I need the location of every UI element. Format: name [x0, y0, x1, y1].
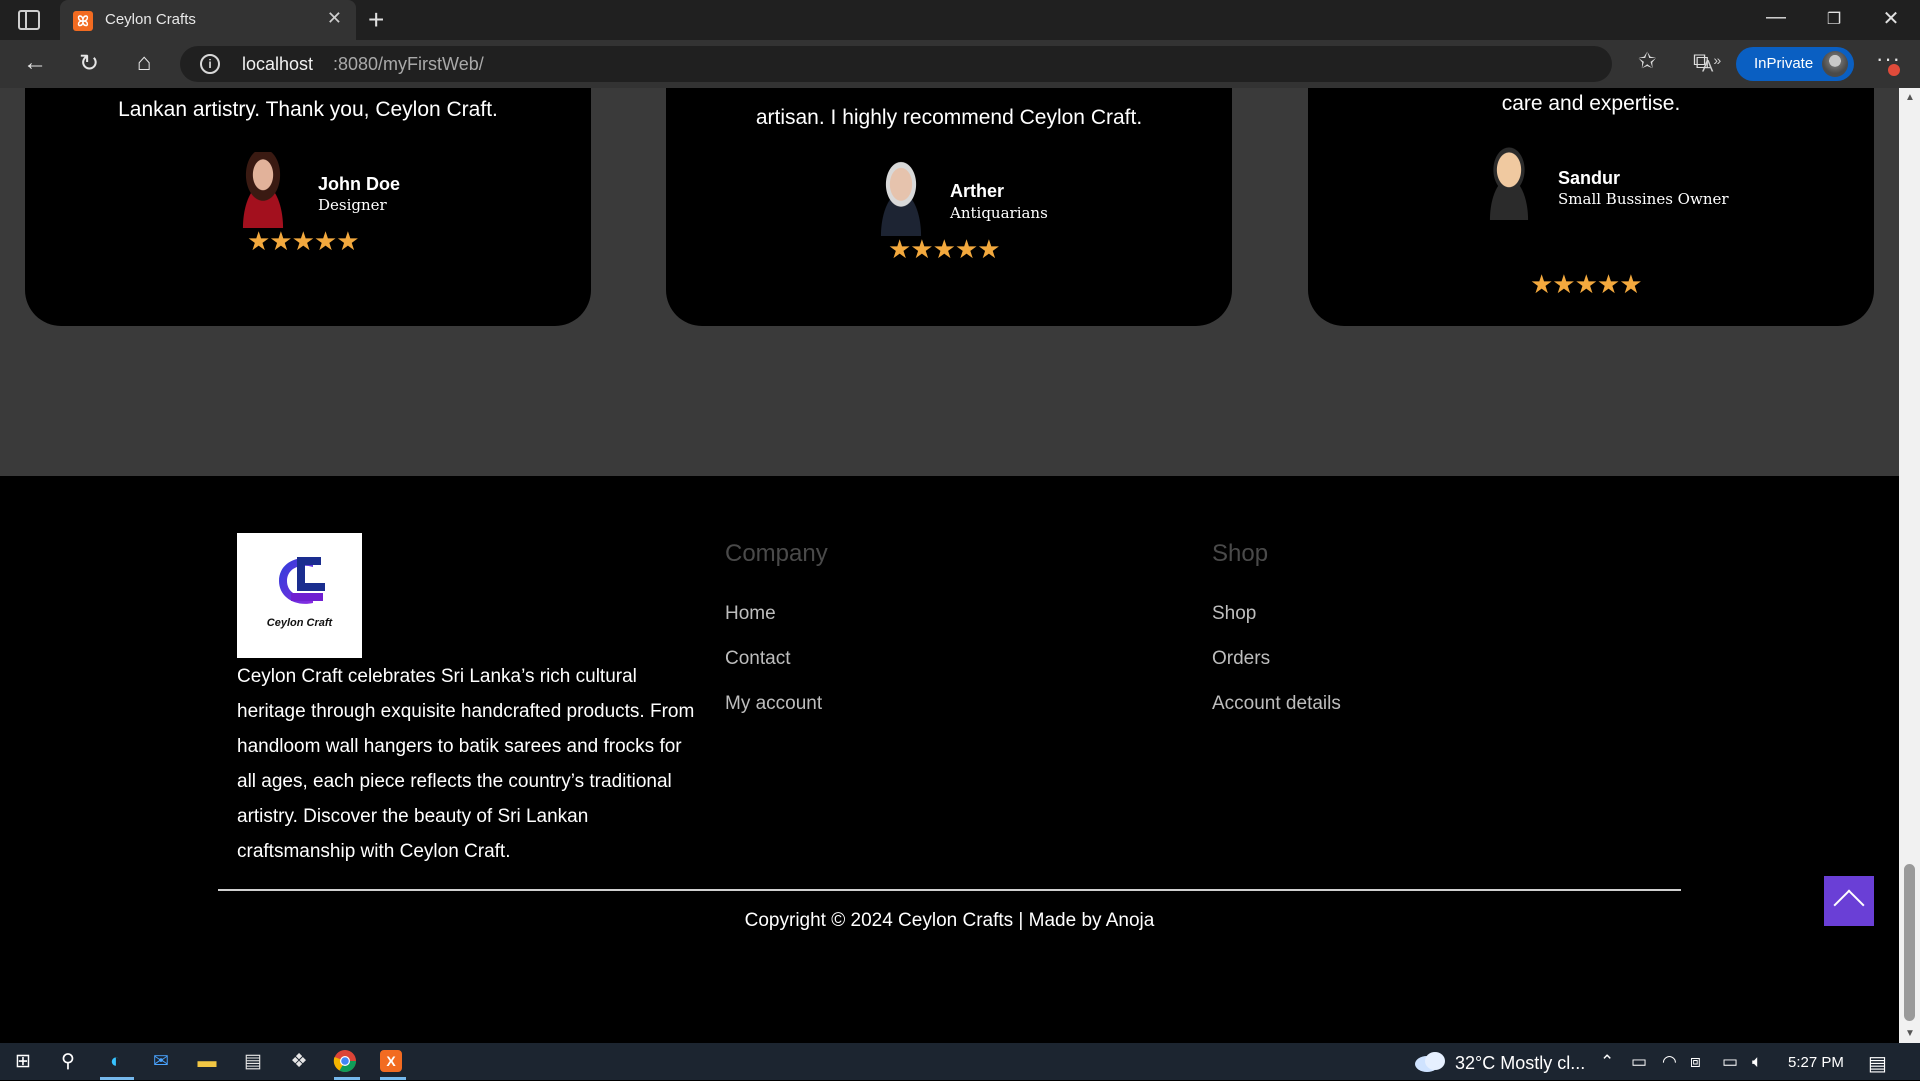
back-arrow-icon[interactable]: ← — [19, 49, 51, 77]
person-role: Antiquarians — [950, 204, 1048, 222]
shop-heading: Shop — [1212, 540, 1269, 567]
person-role: Small Bussines Owner — [1558, 190, 1729, 208]
tab-title: Ceylon Crafts — [105, 11, 196, 28]
avatar — [866, 160, 936, 236]
browser-tab[interactable]: ꕤ Ceylon Crafts ✕ — [60, 0, 356, 40]
xampp-favicon-icon: ꕤ — [73, 11, 93, 31]
chevron-up-icon[interactable]: ⌃ — [1600, 1052, 1614, 1072]
edge-icon[interactable]: ◐ — [103, 1049, 129, 1075]
svg-text:X: X — [386, 1053, 396, 1069]
store-icon[interactable]: ▤ — [240, 1049, 266, 1075]
browser-titlebar: ꕤ Ceylon Crafts ✕ + — ❐ ✕ — [0, 0, 1920, 40]
footer-link-account-details[interactable]: Account details — [1212, 693, 1341, 715]
person-name: Sandur — [1558, 168, 1621, 188]
footer-about-text: Ceylon Craft celebrates Sri Lanka’s rich… — [237, 666, 695, 862]
scroll-thumb[interactable] — [1904, 864, 1915, 1021]
inprivate-label: InPrivate — [1754, 55, 1814, 72]
url-host: localhost — [242, 54, 314, 74]
site-footer: Ceylon Craft Ceylon Craft celebrates Sri… — [0, 476, 1899, 1043]
weather-cloud-icon[interactable] — [1413, 1049, 1449, 1073]
collections-icon[interactable]: ⧉ — [1693, 48, 1709, 74]
weather-text[interactable]: 32°C Mostly cl... — [1455, 1053, 1585, 1074]
wifi-icon[interactable]: ◠ — [1662, 1052, 1677, 1072]
notification-icon[interactable]: ▤ — [1868, 1051, 1887, 1076]
testimonial-quote: artisan. I highly recommend Ceylon Craft… — [755, 106, 1143, 129]
favorites-icon[interactable]: ✩ — [1638, 48, 1656, 74]
footer-link-orders[interactable]: Orders — [1212, 648, 1270, 670]
reload-icon[interactable]: ↻ — [73, 49, 105, 78]
company-heading: Company — [725, 540, 828, 567]
footer-link-contact[interactable]: Contact — [725, 648, 790, 670]
back-to-top-button[interactable] — [1824, 876, 1874, 926]
windows-start-icon[interactable]: ⊞ — [10, 1049, 36, 1075]
person-name: Arther — [950, 181, 1005, 201]
logo-text: Ceylon Craft — [266, 617, 333, 629]
footer-link-home[interactable]: Home — [725, 603, 776, 625]
avatar — [228, 152, 298, 228]
person-role: Designer — [318, 196, 387, 214]
new-tab-icon[interactable]: + — [368, 4, 384, 36]
minimize-icon[interactable]: — — [1756, 6, 1796, 29]
info-icon[interactable]: i — [200, 54, 220, 74]
scroll-down-icon[interactable]: ▼ — [1905, 1028, 1915, 1039]
page-scrollbar[interactable]: ▲ ▼ — [1899, 88, 1920, 1043]
url-path: :8080/myFirstWeb/ — [333, 54, 484, 74]
address-bar[interactable]: i localhost :8080/myFirstWeb/ A» ★ — [180, 46, 1776, 82]
scroll-up-icon[interactable]: ▲ — [1905, 92, 1915, 103]
volume-icon[interactable]: 🔈︎ — [1752, 1052, 1762, 1072]
footer-link-my-account[interactable]: My account — [725, 693, 822, 715]
search-icon[interactable]: ⚲ — [55, 1049, 81, 1075]
person-name: John Doe — [318, 174, 401, 194]
restore-icon[interactable]: ❐ — [1814, 9, 1854, 29]
xampp-icon[interactable]: X — [378, 1049, 404, 1075]
star-rating: ★★★★★ — [888, 234, 1001, 264]
ceylon-craft-logo[interactable]: Ceylon Craft — [237, 533, 362, 658]
testimonial-card: artisan. I highly recommend Ceylon Craft… — [666, 88, 1232, 326]
testimonial-quote: Lankan artistry. Thank you, Ceylon Craft… — [118, 98, 498, 121]
browser-navbar: ← ↻ ⌂ i localhost :8080/myFirstWeb/ A» ★… — [0, 40, 1920, 88]
profile-avatar — [1822, 51, 1848, 77]
footer-divider — [218, 889, 1681, 891]
star-rating: ★★★★★ — [1530, 269, 1643, 299]
logo-mark-icon — [279, 557, 325, 604]
page-viewport: Lankan artistry. Thank you, Ceylon Craft… — [0, 88, 1899, 1043]
testimonial-card: Lankan artistry. Thank you, Ceylon Craft… — [25, 88, 591, 326]
meet-now-icon[interactable]: ▭ — [1631, 1052, 1647, 1072]
home-icon[interactable]: ⌂ — [128, 49, 160, 77]
testimonial-card: care and expertise. Sandur Small Bussine… — [1308, 88, 1874, 326]
close-window-icon[interactable]: ✕ — [1871, 6, 1911, 31]
notification-badge — [1888, 64, 1900, 76]
tab-actions-icon[interactable] — [18, 10, 40, 30]
footer-link-shop[interactable]: Shop — [1212, 603, 1256, 625]
arrow-up-icon — [1833, 889, 1865, 921]
captions-icon[interactable]: ⧈ — [1690, 1052, 1701, 1072]
system-clock[interactable]: 5:27 PM — [1788, 1054, 1844, 1071]
chrome-icon[interactable] — [332, 1049, 358, 1075]
close-tab-icon[interactable]: ✕ — [327, 8, 342, 29]
folder-icon[interactable]: ▬ — [194, 1049, 220, 1075]
battery-icon[interactable]: ▭ — [1722, 1052, 1738, 1072]
copyright-text: Copyright © 2024 Ceylon Crafts | Made by… — [744, 910, 1155, 931]
avatar — [1474, 144, 1544, 220]
testimonials-section: Lankan artistry. Thank you, Ceylon Craft… — [0, 88, 1899, 476]
mail-icon[interactable]: ✉ — [148, 1049, 174, 1075]
dropbox-icon[interactable]: ❖ — [286, 1049, 312, 1075]
star-rating: ★★★★★ — [247, 226, 360, 256]
inprivate-button[interactable]: InPrivate — [1736, 47, 1854, 81]
testimonial-quote: care and expertise. — [1501, 92, 1681, 115]
windows-taskbar: ⊞ ⚲ ◐ ✉ ▬ ▤ ❖ X 32°C Mostly cl... ⌃ ▭ ◠ … — [0, 1043, 1920, 1080]
